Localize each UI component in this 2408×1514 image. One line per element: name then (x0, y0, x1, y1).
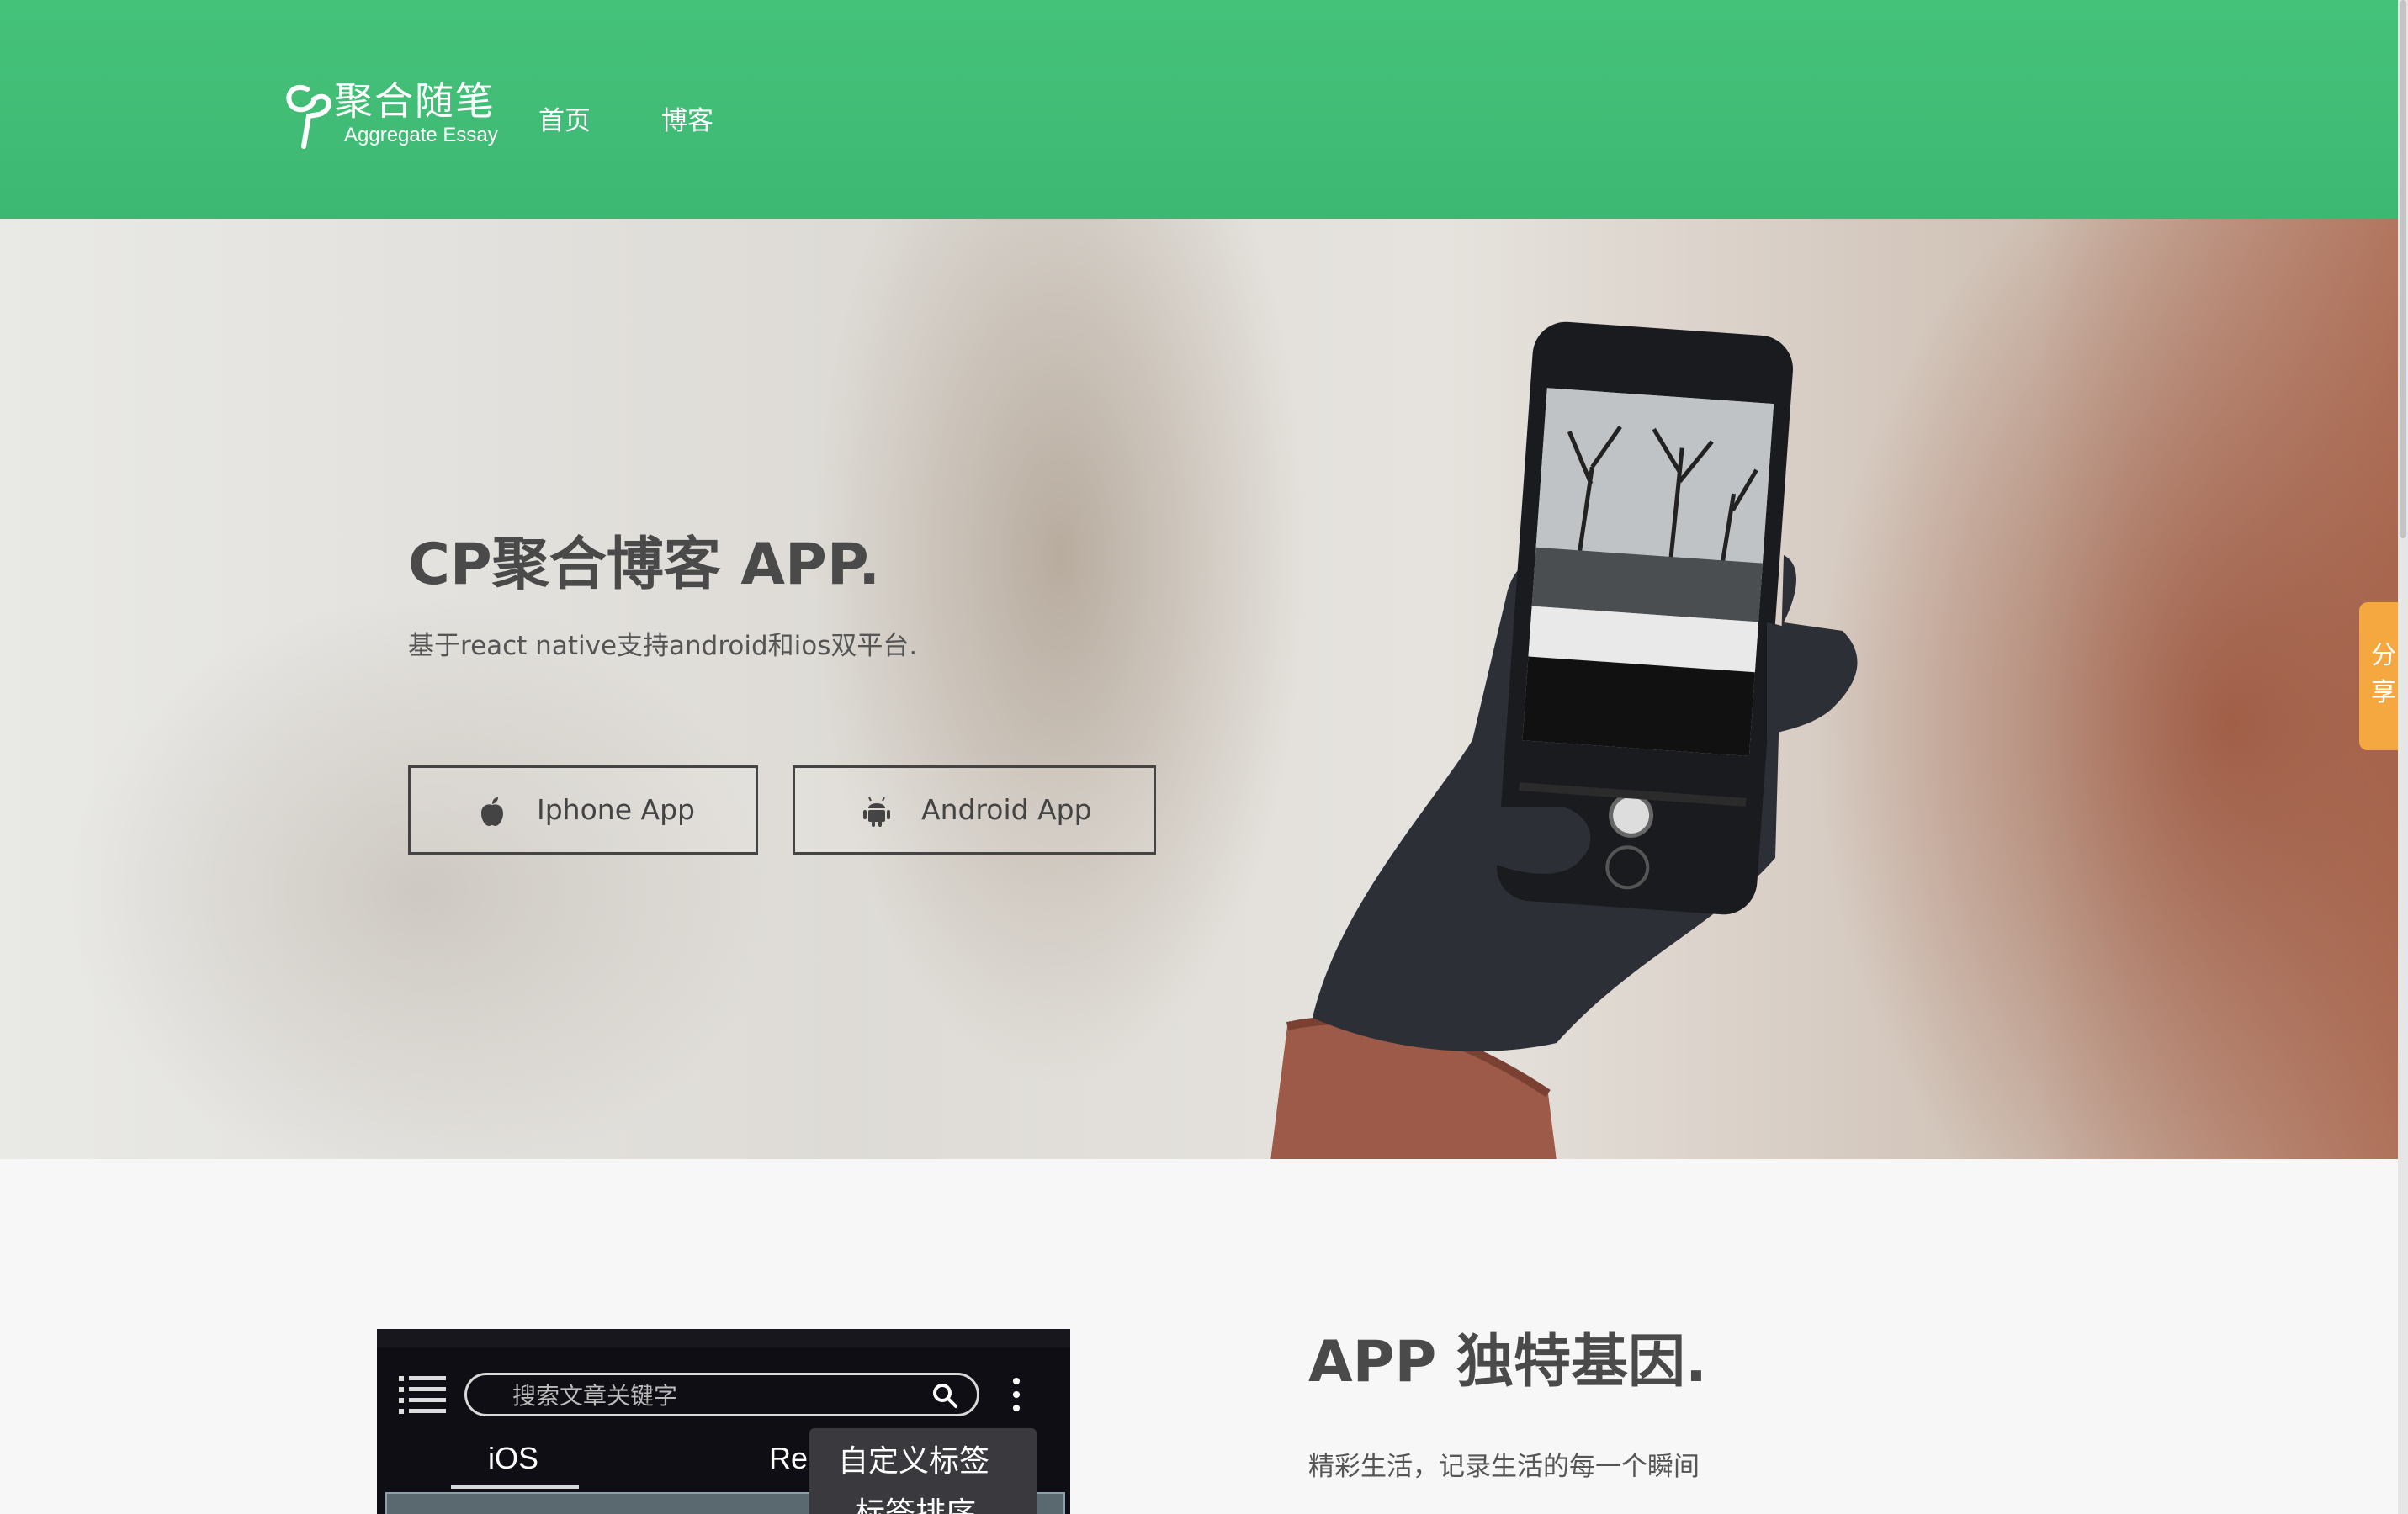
screenshot-menu-item-custom-tags: 自定义标签 (838, 1444, 990, 1479)
more-vertical-icon (1013, 1378, 1020, 1411)
scrollbar-thumb[interactable] (2400, 0, 2406, 538)
hero-subtitle: 基于react native支持android和ios双平台. (408, 631, 918, 661)
screenshot-tab-underline (451, 1485, 579, 1489)
screenshot-menu-item-sort-tags: 标签排序 (855, 1496, 977, 1514)
apple-icon (481, 797, 503, 826)
screenshot-status-bar (377, 1329, 1070, 1347)
app-screenshot: 搜索文章关键字 iOS Rea 自定义标签 标签排序 (377, 1329, 1070, 1514)
android-app-label: Android App (921, 793, 1092, 826)
logo-title-cn: 聚合随笔 (334, 78, 496, 124)
screenshot-search-placeholder: 搜索文章关键字 (512, 1382, 678, 1410)
hero-phone-image (1270, 321, 1858, 1159)
screenshot-search-box: 搜索文章关键字 (464, 1373, 979, 1416)
page-scrollbar[interactable] (2398, 0, 2408, 1514)
hero-title: CP聚合博客 APP. (408, 532, 881, 598)
logo-title-en: Aggregate Essay (344, 124, 498, 146)
nav-link-home[interactable]: 首页 (538, 103, 591, 140)
menu-list-icon (399, 1376, 446, 1414)
iphone-app-label: Iphone App (537, 793, 695, 826)
site-logo[interactable]: 聚合随笔 Aggregate Essay (282, 77, 501, 155)
top-header: 聚合随笔 Aggregate Essay 首页 博客 (0, 0, 2398, 219)
iphone-app-button[interactable]: Iphone App (408, 765, 758, 855)
search-icon (933, 1384, 957, 1408)
android-icon (863, 797, 890, 827)
feature-description: 精彩生活，记录生活的每一个瞬间 (1308, 1452, 1700, 1482)
screenshot-popup-menu: 自定义标签 标签排序 (809, 1428, 1037, 1514)
hero-section: CP聚合博客 APP. 基于react native支持android和ios双… (0, 219, 2398, 1159)
feature-title: APP 独特基因. (1308, 1329, 1707, 1395)
screenshot-tab-ios: iOS (488, 1441, 539, 1475)
android-app-button[interactable]: Android App (793, 765, 1156, 855)
nav-link-blog[interactable]: 博客 (661, 103, 713, 140)
logo-cp-icon (286, 85, 331, 149)
